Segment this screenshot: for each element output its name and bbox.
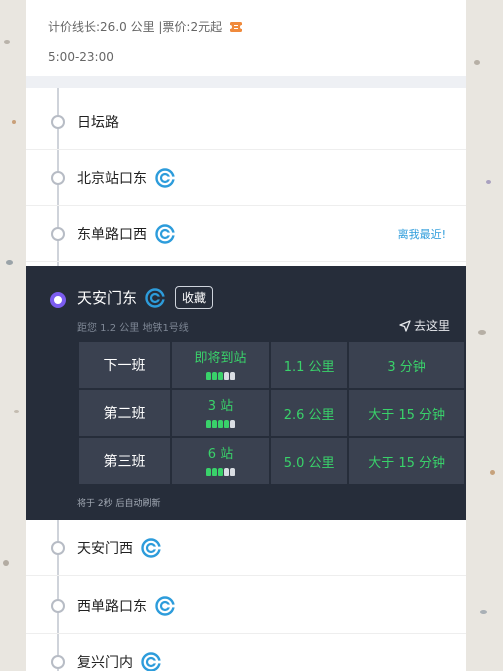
- stops-away-text: 6 站: [207, 446, 234, 462]
- table-row: 第二班 3 站 2.6 公里 大于 15 分钟: [77, 388, 466, 438]
- distance-cell: 2.6 公里: [268, 388, 350, 438]
- station-name: 东单路口西: [77, 226, 147, 243]
- service-hours: 5:00-23:00: [48, 50, 114, 64]
- navigate-here-button[interactable]: 去这里: [399, 317, 450, 334]
- stops-away-cell: 即将到站: [170, 340, 271, 390]
- active-station-name: 天安门东: [77, 289, 138, 307]
- favorite-button[interactable]: 收藏: [175, 286, 214, 309]
- ticket-icon: [230, 21, 243, 32]
- beijing-subway-icon: [155, 595, 175, 616]
- table-row: 第三班 6 站 5.0 公里 大于 15 分钟: [77, 436, 466, 486]
- person-icon: [230, 371, 235, 380]
- table-row: 下一班 即将到站 1.1 公里 3 分钟: [77, 340, 466, 390]
- beijing-subway-icon: [145, 287, 166, 308]
- person-icon: [218, 371, 223, 380]
- distance-cell: 5.0 公里: [268, 436, 350, 486]
- current-station-dot-icon: [50, 292, 66, 308]
- station-name: 日坛路: [77, 114, 119, 131]
- station-row[interactable]: 西单路口东: [26, 578, 466, 634]
- stops-away-text: 即将到站: [194, 350, 247, 366]
- beijing-subway-icon: [141, 537, 161, 558]
- crowd-level-icon: [206, 467, 235, 476]
- person-icon: [230, 467, 235, 476]
- train-order-label: 第三班: [77, 436, 172, 486]
- fare-info-text: 计价线长:26.0 公里 |票价:2元起: [48, 20, 223, 34]
- stops-away-cell: 3 站: [170, 388, 271, 438]
- person-icon: [224, 371, 229, 380]
- active-station-card: 天安门东 收藏 距您 1.2 公里 地铁1号线 去这里 下一班 即将到站 1.1…: [26, 266, 466, 520]
- person-icon: [212, 371, 217, 380]
- crowd-level-icon: [206, 419, 235, 428]
- station-row[interactable]: 日坛路: [26, 94, 466, 150]
- station-row[interactable]: 天安门西: [26, 520, 466, 576]
- eta-cell: 大于 15 分钟: [347, 436, 466, 486]
- station-dot-icon: [51, 598, 65, 613]
- train-order-label: 下一班: [77, 340, 172, 390]
- navigate-here-label: 去这里: [413, 319, 450, 333]
- station-dot-icon: [51, 114, 65, 129]
- person-icon: [218, 419, 223, 428]
- station-row[interactable]: 北京站口东: [26, 150, 466, 206]
- train-order-label: 第二班: [77, 388, 172, 438]
- section-divider: [26, 76, 466, 88]
- stops-away-text: 3 站: [207, 398, 234, 414]
- eta-cell: 大于 15 分钟: [347, 388, 466, 438]
- person-icon: [206, 371, 211, 380]
- metro-line-panel: 计价线长:26.0 公里 |票价:2元起 5:00-23:00 日坛路 北京站口…: [26, 0, 466, 671]
- person-icon: [212, 419, 217, 428]
- station-row[interactable]: 东单路口西 离我最近!: [26, 206, 466, 262]
- person-icon: [230, 419, 235, 428]
- station-dot-icon: [51, 654, 65, 669]
- person-icon: [224, 467, 229, 476]
- station-name: 西单路口东: [77, 598, 147, 615]
- station-row[interactable]: 复兴门内: [26, 634, 466, 671]
- person-icon: [224, 419, 229, 428]
- beijing-subway-icon: [155, 223, 175, 244]
- station-distance-line: 距您 1.2 公里 地铁1号线: [77, 323, 189, 334]
- station-dot-icon: [51, 170, 65, 185]
- person-icon: [206, 467, 211, 476]
- station-dot-icon: [51, 540, 65, 555]
- nearest-badge: 离我最近!: [397, 227, 446, 241]
- person-icon: [206, 419, 211, 428]
- person-icon: [218, 467, 223, 476]
- station-name: 北京站口东: [77, 170, 147, 187]
- distance-cell: 1.1 公里: [268, 340, 350, 390]
- beijing-subway-icon: [141, 651, 161, 671]
- stops-away-cell: 6 站: [170, 436, 271, 486]
- station-name: 天安门西: [77, 540, 133, 557]
- arrival-table: 下一班 即将到站 1.1 公里 3 分钟 第二班 3 站 2.6 公里 大于 1…: [77, 340, 466, 486]
- station-name: 复兴门内: [77, 654, 133, 671]
- crowd-level-icon: [206, 371, 235, 380]
- eta-cell: 3 分钟: [347, 340, 466, 390]
- beijing-subway-icon: [155, 167, 175, 188]
- auto-refresh-note: 将于 2秒 后自动刷新: [77, 499, 161, 509]
- route-info: 计价线长:26.0 公里 |票价:2元起 5:00-23:00: [26, 0, 466, 74]
- navigation-arrow-icon: [399, 319, 411, 332]
- station-dot-icon: [51, 226, 65, 241]
- person-icon: [212, 467, 217, 476]
